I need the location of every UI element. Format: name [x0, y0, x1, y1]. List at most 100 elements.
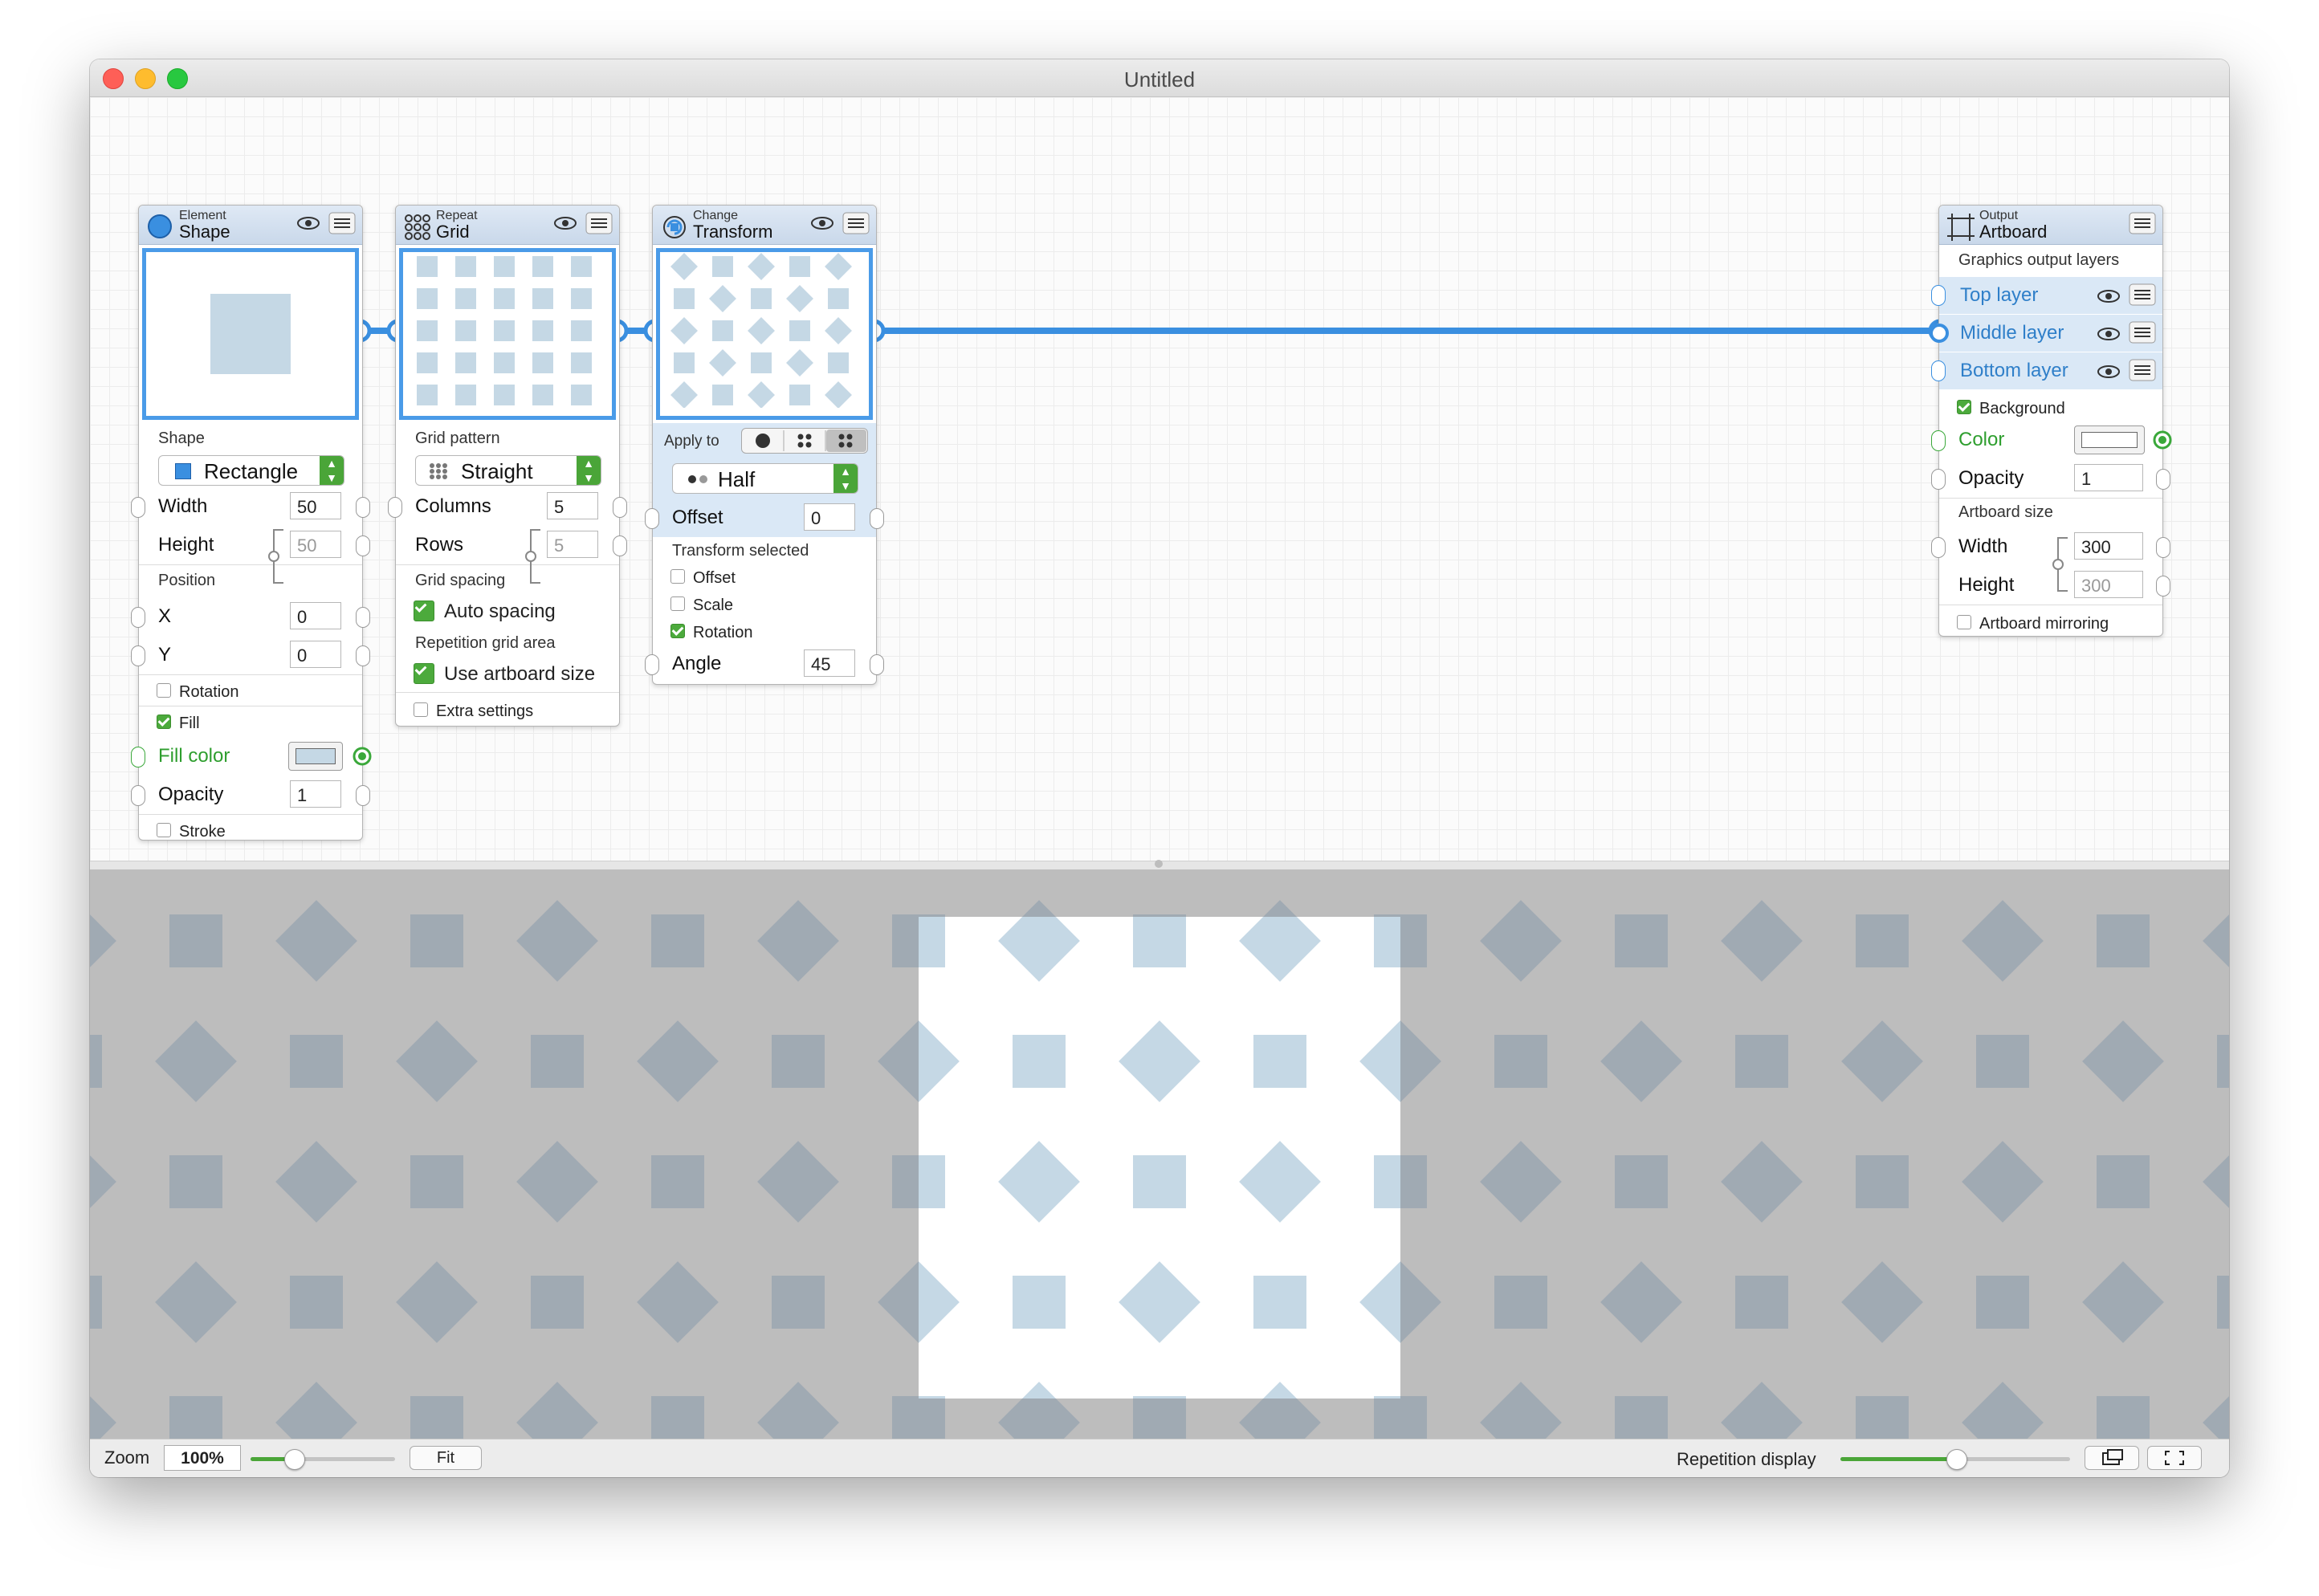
artboard-height-field[interactable]: 300: [2074, 571, 2143, 598]
divider-handle[interactable]: [1155, 860, 1163, 868]
artboard-opacity-input-port[interactable]: [1931, 469, 1946, 490]
bottom-layer-input-port[interactable]: [1931, 360, 1946, 381]
grid-node-header[interactable]: Repeat Grid: [396, 206, 619, 245]
grid-node[interactable]: Repeat Grid Grid pattern Straight ▲ ▼ Co…: [388, 205, 627, 727]
angle-input-port[interactable]: [645, 654, 659, 675]
node-editor[interactable]: Element Shape Shape Rectangle ▲ ▼ Width 5…: [90, 97, 2229, 861]
color-input-port[interactable]: [1931, 430, 1946, 451]
artboard-width-output-port[interactable]: [2156, 537, 2170, 558]
zoom-label: Zoom: [104, 1447, 150, 1468]
columns-output-port[interactable]: [613, 497, 627, 518]
artboard-width-input-port[interactable]: [1931, 537, 1946, 558]
opacity-field[interactable]: 1: [290, 780, 341, 808]
extra-settings-checkbox[interactable]: [414, 702, 428, 717]
apply-mode-select[interactable]: Half ▲ ▼: [672, 463, 858, 494]
menu-icon[interactable]: [2129, 212, 2156, 234]
transform-scale-checkbox[interactable]: [670, 596, 685, 611]
y-input-port[interactable]: [131, 645, 145, 666]
y-output-port[interactable]: [356, 645, 370, 666]
eye-icon[interactable]: [810, 215, 834, 231]
rectangle-icon: [175, 463, 191, 479]
height-field[interactable]: 50: [290, 531, 341, 558]
transform-offset-checkbox[interactable]: [670, 569, 685, 584]
offset-field[interactable]: 0: [804, 503, 855, 531]
middle-layer-input-port[interactable]: [1930, 324, 1949, 343]
stroke-checkbox[interactable]: [157, 823, 171, 837]
x-field[interactable]: 0: [290, 602, 341, 629]
zoom-field[interactable]: 100%: [164, 1445, 241, 1471]
shape-node[interactable]: Element Shape Shape Rectangle ▲ ▼ Width 5…: [131, 205, 372, 841]
half-dots-icon: [688, 475, 707, 483]
background-checkbox[interactable]: [1957, 400, 1971, 414]
artboard-mirroring-checkbox[interactable]: [1957, 615, 1971, 629]
artboard-opacity-field[interactable]: 1: [2074, 464, 2143, 491]
eye-icon[interactable]: [553, 215, 577, 231]
artboard-opacity-output-port[interactable]: [2156, 469, 2170, 490]
transform-node-header[interactable]: Change Transform: [653, 206, 876, 245]
angle-output-port[interactable]: [870, 654, 884, 675]
shape-node-header[interactable]: Element Shape: [139, 206, 362, 245]
x-output-port[interactable]: [356, 607, 370, 628]
fit-button[interactable]: Fit: [410, 1446, 482, 1470]
rows-field[interactable]: 5: [547, 531, 598, 558]
link-proportions-icon[interactable]: [2052, 535, 2072, 594]
fullscreen-button[interactable]: [2147, 1446, 2202, 1470]
shape-type-select[interactable]: Rectangle ▲ ▼: [158, 455, 344, 486]
fill-checkbox[interactable]: [157, 715, 171, 729]
eye-icon[interactable]: [296, 215, 320, 231]
menu-icon[interactable]: [842, 212, 870, 234]
eye-icon[interactable]: [2097, 326, 2121, 342]
layer-row-middle[interactable]: Middle layer: [1930, 315, 2162, 352]
window-mode-button[interactable]: [2085, 1446, 2139, 1470]
menu-icon[interactable]: [2129, 321, 2156, 344]
rows-output-port[interactable]: [613, 535, 627, 556]
offset-output-port[interactable]: [870, 508, 884, 529]
repetition-area-label: Repetition grid area: [415, 634, 556, 652]
offset-input-port[interactable]: [645, 508, 659, 529]
width-output-port[interactable]: [356, 497, 370, 518]
menu-icon[interactable]: [585, 212, 613, 234]
rotation-checkbox[interactable]: [157, 683, 171, 698]
grid-pattern-value: Straight: [461, 459, 533, 483]
angle-field[interactable]: 45: [804, 649, 855, 677]
top-layer-input-port[interactable]: [1931, 285, 1946, 306]
menu-icon[interactable]: [2129, 283, 2156, 306]
grid-preview-thumbnail: [399, 248, 616, 420]
height-output-port[interactable]: [356, 535, 370, 556]
color-output-port[interactable]: [2153, 430, 2172, 450]
layer-row-top[interactable]: Top layer: [1931, 277, 2162, 315]
zoom-slider-thumb[interactable]: [284, 1449, 305, 1470]
fill-color-well[interactable]: [288, 742, 343, 771]
width-input-port[interactable]: [131, 497, 145, 518]
eye-icon[interactable]: [2097, 288, 2121, 304]
opacity-output-port[interactable]: [356, 785, 370, 806]
grid-pattern-select[interactable]: Straight ▲ ▼: [415, 455, 601, 486]
artboard-height-output-port[interactable]: [2156, 576, 2170, 596]
width-label: Width: [158, 495, 208, 517]
layer-row-bottom[interactable]: Bottom layer: [1931, 352, 2162, 390]
menu-icon[interactable]: [328, 212, 356, 234]
opacity-input-port[interactable]: [131, 785, 145, 806]
fill-color-output-port[interactable]: [353, 747, 372, 766]
y-field[interactable]: 0: [290, 641, 341, 668]
background-color-well[interactable]: [2074, 425, 2145, 454]
columns-input-port[interactable]: [388, 497, 402, 518]
artboard-width-field[interactable]: 300: [2074, 532, 2143, 560]
zoom-slider[interactable]: [251, 1449, 395, 1470]
artboard-node-header[interactable]: Output Artboard: [1939, 206, 2162, 245]
artboard-preview-canvas[interactable]: [90, 869, 2229, 1446]
width-field[interactable]: 50: [290, 492, 341, 519]
eye-icon[interactable]: [2097, 364, 2121, 380]
menu-icon[interactable]: [2129, 359, 2156, 381]
transform-node[interactable]: Change Transform Apply to Half ▲ ▼ Offse…: [645, 205, 884, 685]
x-input-port[interactable]: [131, 607, 145, 628]
apply-to-segmented-control[interactable]: [741, 428, 868, 454]
transform-rotation-checkbox[interactable]: [670, 624, 685, 638]
fill-color-input-port[interactable]: [131, 747, 145, 767]
columns-field[interactable]: 5: [547, 492, 598, 519]
auto-spacing-checkbox[interactable]: [414, 601, 434, 621]
repetition-display-slider[interactable]: [1840, 1449, 2070, 1470]
repetition-slider-thumb[interactable]: [1946, 1449, 1967, 1470]
use-artboard-size-checkbox[interactable]: [414, 663, 434, 684]
artboard-node[interactable]: Output Artboard Graphics output layers T…: [1930, 205, 2172, 637]
